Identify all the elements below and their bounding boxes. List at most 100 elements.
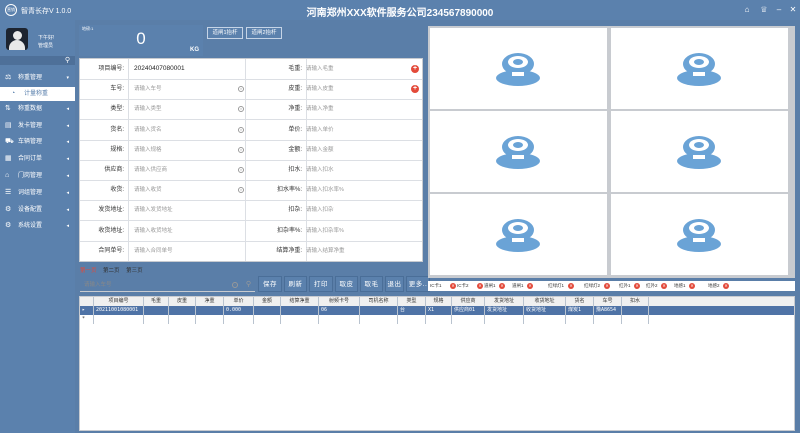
table-cell[interactable]: 06 bbox=[319, 306, 360, 315]
sidebar-item-4[interactable]: ⛟ 车辆管理 ◂ bbox=[0, 134, 75, 151]
column-header[interactable]: 司机名称 bbox=[360, 297, 398, 306]
column-header[interactable]: 结算净重 bbox=[281, 297, 319, 306]
table-cell[interactable] bbox=[281, 315, 319, 324]
home-icon[interactable]: ⌂ bbox=[741, 4, 753, 16]
search-icon[interactable]: ⚲ bbox=[246, 278, 251, 292]
clear-icon[interactable]: × bbox=[238, 167, 244, 173]
clear-icon[interactable]: × bbox=[232, 282, 238, 288]
plate-search-input[interactable]: 请输入车号 bbox=[84, 282, 112, 288]
table-cell[interactable] bbox=[196, 315, 224, 324]
search-icon[interactable]: ⚲ bbox=[65, 56, 70, 64]
field-input[interactable]: 请输入收货地址 bbox=[134, 221, 234, 241]
field-input[interactable]: 请输入单价 bbox=[306, 120, 406, 140]
table-cell[interactable]: X1 bbox=[426, 306, 452, 315]
row-selector[interactable]: ▸ bbox=[80, 306, 94, 315]
camera-view-5[interactable] bbox=[430, 194, 607, 275]
clear-icon[interactable]: × bbox=[238, 146, 244, 153]
table-cell[interactable] bbox=[254, 315, 281, 324]
new-row-marker[interactable]: * bbox=[80, 315, 94, 324]
gate2-lift-button[interactable]: 道闸2抬杆 bbox=[246, 27, 282, 39]
tab-page-1[interactable]: 第一页 bbox=[80, 268, 97, 274]
camera-view-6[interactable] bbox=[611, 194, 788, 275]
clear-icon[interactable]: × bbox=[238, 126, 244, 133]
column-header[interactable]: 车号 bbox=[594, 297, 622, 306]
field-input[interactable]: 请输入类型 bbox=[134, 99, 234, 119]
table-cell[interactable] bbox=[281, 306, 319, 315]
table-cell[interactable] bbox=[594, 315, 622, 324]
column-header[interactable]: 发货地址 bbox=[485, 297, 524, 306]
table-cell[interactable]: 台 bbox=[398, 306, 426, 315]
camera-view-3[interactable] bbox=[430, 111, 607, 192]
field-input[interactable]: 请输入金额 bbox=[306, 140, 406, 160]
table-cell[interactable]: 20211001080001 bbox=[94, 306, 144, 315]
field-input[interactable]: 20240407080001 bbox=[134, 59, 234, 79]
sidebar-item-5[interactable]: ▦ 合同订单 ◂ bbox=[0, 151, 75, 168]
new-row[interactable]: * bbox=[80, 315, 794, 324]
sidebar-item-6[interactable]: ⌂ 门岗管理 ◂ bbox=[0, 168, 75, 185]
action-button-0[interactable]: 保存 bbox=[258, 276, 282, 292]
sidebar-item-9[interactable]: ⚙ 系统设置 ◂ bbox=[0, 218, 75, 235]
minimize-icon[interactable]: – bbox=[773, 4, 785, 16]
sidebar-item-1[interactable]: ◔ 计量称重 bbox=[0, 86, 75, 101]
sidebar-search[interactable]: ⚲ bbox=[0, 56, 75, 65]
field-input[interactable]: 请输入车号 bbox=[134, 79, 234, 99]
field-input[interactable]: 请输入发货地址 bbox=[134, 200, 234, 220]
sidebar-item-0[interactable]: ⚖ 称重管理 ▾ bbox=[0, 70, 75, 87]
avatar[interactable] bbox=[6, 28, 28, 50]
table-cell[interactable]: 发货地址 bbox=[485, 306, 524, 315]
column-header[interactable]: 货名 bbox=[566, 297, 594, 306]
column-header[interactable]: 金额 bbox=[254, 297, 281, 306]
table-cell[interactable]: 0.000 bbox=[224, 306, 254, 315]
shirt-icon[interactable]: ♕ bbox=[758, 4, 770, 16]
field-input[interactable]: 请输入扣水 bbox=[306, 160, 406, 180]
table-cell[interactable] bbox=[94, 315, 144, 324]
field-input[interactable]: 请输入收货 bbox=[134, 180, 234, 200]
action-button-4[interactable]: 取毛 bbox=[360, 276, 383, 292]
column-header[interactable]: 规格 bbox=[426, 297, 452, 306]
column-header[interactable]: 项目编号 bbox=[94, 297, 144, 306]
table-cell[interactable] bbox=[360, 315, 398, 324]
action-button-2[interactable]: 打印 bbox=[309, 276, 333, 292]
column-header[interactable]: 射频卡号 bbox=[319, 297, 360, 306]
clear-icon[interactable]: × bbox=[238, 106, 244, 113]
field-input[interactable]: 请输入合同单号 bbox=[134, 241, 234, 261]
table-cell[interactable]: 收货地址 bbox=[524, 306, 566, 315]
camera-view-4[interactable] bbox=[611, 111, 788, 192]
sidebar-item-3[interactable]: ▤ 发卡管理 ◂ bbox=[0, 118, 75, 135]
action-button-5[interactable]: 退出 bbox=[385, 276, 404, 292]
field-input[interactable]: 请输入扣杂率% bbox=[306, 221, 406, 241]
table-cell[interactable] bbox=[426, 315, 452, 324]
tab-page-2[interactable]: 第二页 bbox=[103, 268, 120, 274]
plate-search[interactable]: 请输入车号 × ⚲ bbox=[80, 278, 255, 292]
field-input[interactable]: 请输入货名 bbox=[134, 120, 234, 140]
add-icon[interactable]: + bbox=[411, 85, 419, 94]
table-cell[interactable] bbox=[196, 306, 224, 315]
close-icon[interactable]: ✕ bbox=[787, 4, 799, 16]
field-input[interactable]: 请输入毛重 bbox=[306, 59, 406, 79]
clear-icon[interactable]: × bbox=[238, 86, 244, 93]
table-cell[interactable]: 煤炭1 bbox=[566, 306, 594, 315]
field-input[interactable]: 请输入结算净重 bbox=[306, 241, 406, 261]
sidebar-item-8[interactable]: ⚙ 设备配置 ◂ bbox=[0, 202, 75, 219]
column-header[interactable]: 毛重 bbox=[144, 297, 169, 306]
table-cell[interactable] bbox=[224, 315, 254, 324]
tab-page-3[interactable]: 第三页 bbox=[126, 268, 143, 274]
table-cell[interactable] bbox=[398, 315, 426, 324]
table-cell[interactable] bbox=[485, 315, 524, 324]
table-row[interactable]: ▸ 20211001080001 0.000 06 台 X1 供应商01 发货地址 收货地址 煤炭… bbox=[80, 306, 794, 315]
field-input[interactable]: 请输入扣水率% bbox=[306, 180, 406, 200]
table-cell[interactable] bbox=[254, 306, 281, 315]
table-cell[interactable] bbox=[524, 315, 566, 324]
action-button-6[interactable]: 更多.. bbox=[406, 276, 430, 292]
column-header[interactable]: 单价 bbox=[224, 297, 254, 306]
table-cell[interactable]: 供应商01 bbox=[452, 306, 485, 315]
column-header[interactable]: 类型 bbox=[398, 297, 426, 306]
column-header[interactable]: 扣水 bbox=[622, 297, 649, 306]
camera-view-1[interactable] bbox=[430, 28, 607, 109]
table-cell[interactable] bbox=[452, 315, 485, 324]
camera-view-2[interactable] bbox=[611, 28, 788, 109]
action-button-3[interactable]: 取皮 bbox=[335, 276, 358, 292]
table-cell[interactable] bbox=[622, 315, 649, 324]
gate1-lift-button[interactable]: 道闸1抬杆 bbox=[207, 27, 243, 39]
table-cell[interactable] bbox=[319, 315, 360, 324]
